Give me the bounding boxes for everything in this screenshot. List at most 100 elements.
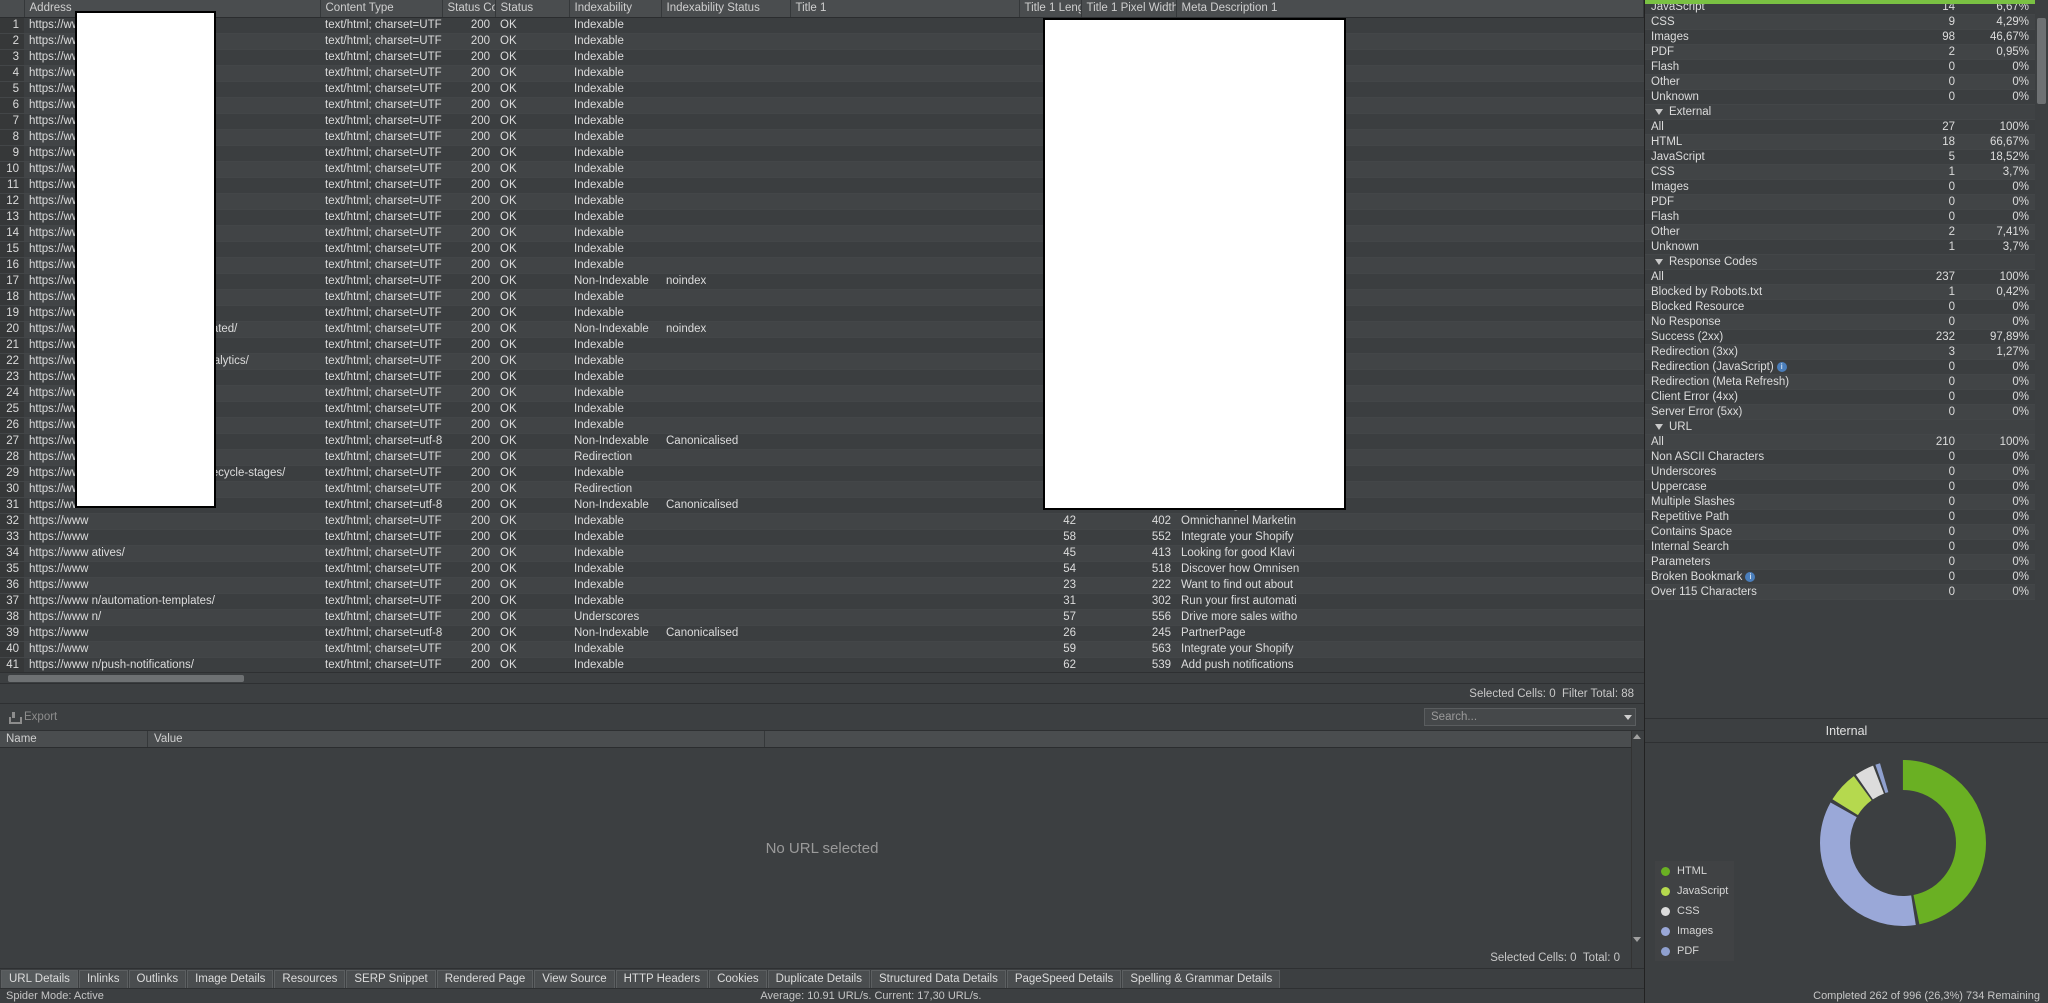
cell-status-code[interactable]: 200 bbox=[442, 465, 495, 482]
tab-url-details[interactable]: URL Details bbox=[1, 970, 78, 988]
cell-status[interactable]: OK bbox=[495, 225, 569, 242]
cell-indexability[interactable]: Indexable bbox=[569, 113, 661, 130]
cell-status[interactable]: OK bbox=[495, 577, 569, 594]
cell-meta-description1[interactable]: Discover how Omnisen bbox=[1176, 561, 1644, 578]
cell-indexability[interactable]: Indexable bbox=[569, 129, 661, 146]
cell-status-code[interactable]: 200 bbox=[442, 593, 495, 610]
cell-status[interactable]: OK bbox=[495, 497, 569, 514]
cell-status-code[interactable]: 200 bbox=[442, 177, 495, 194]
cell-status-code[interactable]: 200 bbox=[442, 161, 495, 178]
cell-content-type[interactable]: text/html; charset=utf-8 bbox=[320, 433, 442, 450]
scroll-down-icon[interactable] bbox=[1633, 937, 1642, 946]
cell-indexability-status[interactable] bbox=[661, 65, 790, 82]
cell-title1-length[interactable]: 57 bbox=[1019, 609, 1081, 626]
cell-status[interactable]: OK bbox=[495, 353, 569, 370]
cell-title1[interactable] bbox=[790, 593, 1019, 610]
cell-status-code[interactable]: 200 bbox=[442, 561, 495, 578]
cell-content-type[interactable]: text/html; charset=UTF-8 bbox=[320, 593, 442, 610]
cell-status[interactable]: OK bbox=[495, 545, 569, 562]
cell-rowno[interactable]: 33 bbox=[0, 529, 24, 546]
cell-indexability-status[interactable] bbox=[661, 241, 790, 258]
tab-cookies[interactable]: Cookies bbox=[709, 970, 767, 988]
cell-address[interactable]: https://www bbox=[24, 561, 320, 578]
cell-status[interactable]: OK bbox=[495, 657, 569, 672]
column-header-status_code[interactable]: Status Code bbox=[442, 0, 496, 18]
cell-rowno[interactable]: 3 bbox=[0, 49, 24, 66]
cell-content-type[interactable]: text/html; charset=UTF-8 bbox=[320, 65, 442, 82]
cell-indexability-status[interactable] bbox=[661, 561, 790, 578]
info-icon[interactable]: i bbox=[1745, 571, 1756, 582]
cell-indexability-status[interactable]: Canonicalised bbox=[661, 625, 790, 642]
table-row[interactable]: 5https://www ditor/email-templates/text/… bbox=[0, 81, 1644, 98]
cell-indexability-status[interactable] bbox=[661, 257, 790, 274]
cell-title1-pixel-width[interactable]: 245 bbox=[1081, 625, 1176, 642]
cell-title1-pixel-width[interactable]: 556 bbox=[1081, 609, 1176, 626]
cell-status[interactable]: OK bbox=[495, 97, 569, 114]
cell-status-code[interactable]: 200 bbox=[442, 353, 495, 370]
table-row[interactable]: 9 https://www s/text/html; charset=UTF-8 2… bbox=[0, 145, 1644, 162]
cell-status[interactable]: OK bbox=[495, 193, 569, 210]
cell-status-code[interactable]: 200 bbox=[442, 65, 495, 82]
table-row[interactable]: 23 https://www / text/html; charset=UTF-8 2… bbox=[0, 369, 1644, 386]
cell-status-code[interactable]: 200 bbox=[442, 625, 495, 642]
cell-title1[interactable] bbox=[790, 273, 1019, 290]
cell-status[interactable]: OK bbox=[495, 465, 569, 482]
cell-status-code[interactable]: 200 bbox=[442, 577, 495, 594]
column-header-title1_pixel_width[interactable]: Title 1 Pixel Width bbox=[1081, 0, 1177, 18]
table-row[interactable]: 34 https://www atives/text/html; charset=… bbox=[0, 545, 1644, 562]
cell-status[interactable]: OK bbox=[495, 289, 569, 306]
table-row[interactable]: 10 https://www text/html; charset=UTF-8 200… bbox=[0, 161, 1644, 178]
cell-title1-pixel-width[interactable]: 402 bbox=[1081, 513, 1176, 530]
cell-indexability[interactable]: Indexable bbox=[569, 33, 661, 50]
cell-indexability[interactable]: Indexable bbox=[569, 657, 661, 672]
cell-indexability[interactable]: Non-Indexable bbox=[569, 497, 661, 514]
stats-row-repetitive-path[interactable]: Repetitive Path 0 0% bbox=[1645, 509, 2035, 525]
cell-status[interactable]: OK bbox=[495, 65, 569, 82]
cell-status[interactable]: OK bbox=[495, 609, 569, 626]
cell-content-type[interactable]: text/html; charset=utf-8 bbox=[320, 625, 442, 642]
cell-status-code[interactable]: 200 bbox=[442, 81, 495, 98]
cell-indexability-status[interactable] bbox=[661, 609, 790, 626]
cell-status[interactable]: OK bbox=[495, 321, 569, 338]
cell-indexability-status[interactable] bbox=[661, 145, 790, 162]
cell-status[interactable]: OK bbox=[495, 385, 569, 402]
cell-title1[interactable] bbox=[790, 113, 1019, 130]
cell-title1[interactable] bbox=[790, 33, 1019, 50]
table-row[interactable]: 15 https://www text/html; charset=UTF-8 200… bbox=[0, 241, 1644, 258]
cell-rowno[interactable]: 9 bbox=[0, 145, 24, 162]
cell-indexability-status[interactable] bbox=[661, 481, 790, 498]
cell-status-code[interactable]: 200 bbox=[442, 49, 495, 66]
tab-inlinks[interactable]: Inlinks bbox=[78, 970, 128, 988]
cell-indexability[interactable]: Indexable bbox=[569, 241, 661, 258]
stats-row-all[interactable]: All 210 100% bbox=[1645, 434, 2035, 450]
cell-status-code[interactable]: 200 bbox=[442, 241, 495, 258]
table-row[interactable]: 41 https://www n/push-notifications/text/… bbox=[0, 657, 1644, 672]
cell-title1-pixel-width[interactable]: 302 bbox=[1081, 593, 1176, 610]
cell-rowno[interactable]: 41 bbox=[0, 657, 24, 672]
stats-row-redirection-meta-refresh[interactable]: Redirection (Meta Refresh) 0 0% bbox=[1645, 374, 2035, 390]
table-row[interactable]: 27 https://www text/html; charset=utf-8 200… bbox=[0, 433, 1644, 450]
cell-title1[interactable] bbox=[790, 513, 1019, 530]
cell-address[interactable]: https://www bbox=[24, 577, 320, 594]
table-row[interactable]: 31 https://www text/html; charset=utf-8 200… bbox=[0, 497, 1644, 514]
cell-status-code[interactable]: 200 bbox=[442, 369, 495, 386]
detail-col-name[interactable]: Name bbox=[0, 731, 148, 747]
cell-title1-length[interactable]: 59 bbox=[1019, 641, 1081, 658]
cell-rowno[interactable]: 16 bbox=[0, 257, 24, 274]
cell-content-type[interactable]: text/html; charset=UTF-8 bbox=[320, 305, 442, 322]
cell-content-type[interactable]: text/html; charset=UTF-8 bbox=[320, 577, 442, 594]
tab-spelling-grammar-details[interactable]: Spelling & Grammar Details bbox=[1122, 970, 1281, 988]
cell-meta-description1[interactable]: Omnichannel Marketin bbox=[1176, 513, 1644, 530]
cell-indexability[interactable]: Indexable bbox=[569, 465, 661, 482]
cell-address[interactable]: https://www bbox=[24, 641, 320, 658]
cell-title1[interactable] bbox=[790, 417, 1019, 434]
cell-status-code[interactable]: 200 bbox=[442, 193, 495, 210]
cell-status-code[interactable]: 200 bbox=[442, 385, 495, 402]
cell-indexability[interactable]: Indexable bbox=[569, 81, 661, 98]
cell-content-type[interactable]: text/html; charset=UTF-8 bbox=[320, 113, 442, 130]
cell-meta-description1[interactable]: Integrate your Shopify bbox=[1176, 529, 1644, 546]
cell-title1[interactable] bbox=[790, 241, 1019, 258]
table-row[interactable]: 6 https://www text/html; charset=UTF-8 200 O… bbox=[0, 97, 1644, 114]
cell-content-type[interactable]: text/html; charset=UTF-8 bbox=[320, 321, 442, 338]
cell-indexability-status[interactable] bbox=[661, 369, 790, 386]
